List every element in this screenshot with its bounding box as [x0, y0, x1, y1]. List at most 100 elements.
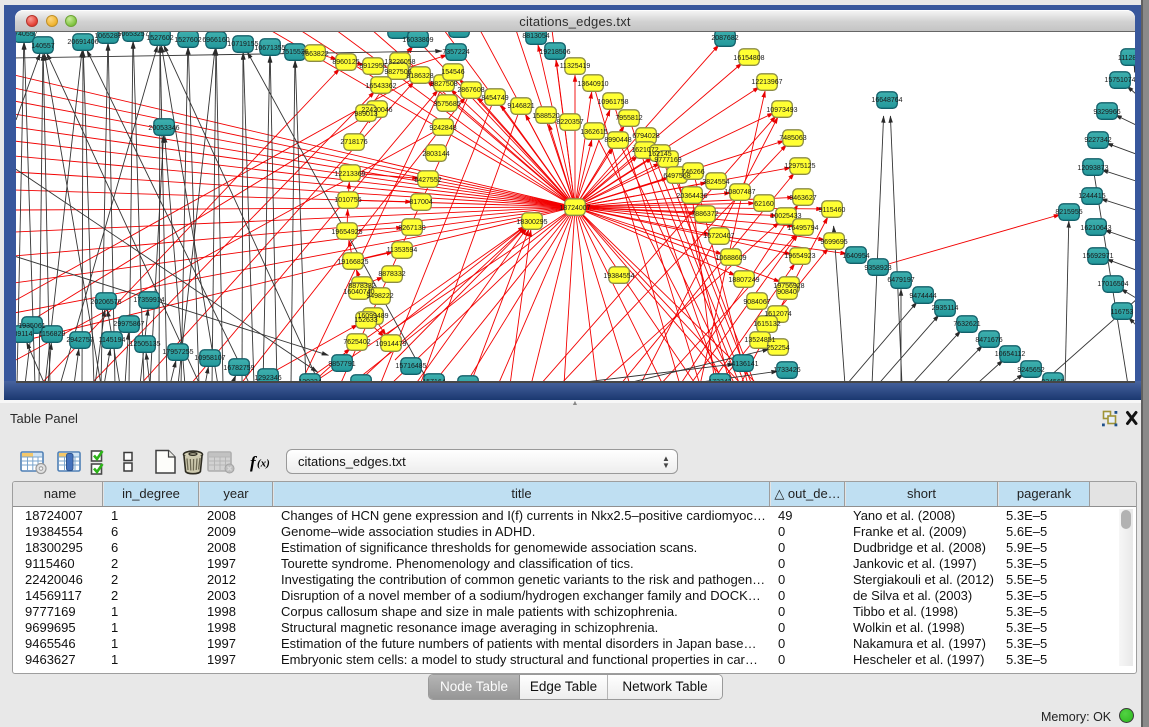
- svg-text:9777169: 9777169: [654, 157, 681, 164]
- svg-text:924565: 924565: [1041, 379, 1064, 383]
- svg-text:10961758: 10961758: [597, 99, 628, 106]
- svg-text:11325419: 11325419: [560, 63, 591, 70]
- svg-text:8220357: 8220357: [556, 119, 583, 126]
- svg-text:10654112: 10654112: [995, 351, 1026, 358]
- svg-text:9084067: 9084067: [743, 299, 770, 306]
- svg-text:15716485: 15716485: [395, 363, 426, 370]
- svg-text:17957255: 17957255: [162, 349, 193, 356]
- svg-text:2942757: 2942757: [66, 337, 93, 344]
- svg-text:20691406: 20691406: [67, 39, 98, 46]
- svg-text:3575685: 3575685: [433, 101, 460, 108]
- svg-text:9827508: 9827508: [430, 81, 457, 88]
- svg-text:1292346: 1292346: [254, 375, 281, 382]
- svg-text:1010755: 1010755: [334, 197, 361, 204]
- svg-text:1112841: 1112841: [1118, 55, 1135, 62]
- svg-text:6794028: 6794028: [632, 133, 659, 140]
- svg-text:39114: 39114: [16, 331, 33, 338]
- svg-text:1603388: 1603388: [384, 32, 411, 34]
- svg-text:8267130: 8267130: [398, 225, 425, 232]
- svg-text:8813054: 8813054: [522, 33, 549, 40]
- svg-text:985779: 985779: [349, 381, 372, 383]
- svg-text:1733426: 1733426: [773, 367, 800, 374]
- svg-text:13524851: 13524851: [744, 337, 775, 344]
- svg-text:(x): (x): [257, 458, 270, 470]
- svg-text:16033809: 16033809: [402, 37, 433, 44]
- svg-text:1935061: 1935061: [18, 323, 45, 330]
- svg-text:15716: 15716: [458, 381, 478, 383]
- svg-text:7886372: 7886372: [691, 211, 718, 218]
- svg-text:129234: 129234: [298, 379, 321, 383]
- svg-text:2718176: 2718176: [340, 139, 367, 146]
- svg-text:12093873: 12093873: [1077, 165, 1108, 172]
- svg-text:9699695: 9699695: [820, 239, 847, 246]
- svg-text:19654925: 19654925: [331, 229, 362, 236]
- svg-text:10025433: 10025433: [770, 213, 801, 220]
- svg-text:9115460: 9115460: [819, 207, 846, 214]
- svg-text:8186328: 8186328: [406, 73, 433, 80]
- svg-text:1615132: 1615132: [753, 321, 780, 328]
- svg-text:15751074: 15751074: [1104, 77, 1135, 84]
- svg-text:9245652: 9245652: [1017, 367, 1044, 374]
- svg-text:16648764: 16648764: [871, 97, 902, 104]
- svg-text:989013: 989013: [354, 111, 377, 118]
- svg-text:10973493: 10973493: [766, 107, 797, 114]
- svg-text:62160: 62160: [754, 201, 774, 208]
- svg-text:13640910: 13640910: [577, 81, 608, 88]
- svg-text:1527602: 1527602: [146, 35, 173, 42]
- svg-text:9329966: 9329966: [1093, 109, 1120, 116]
- svg-text:7663822: 7663822: [301, 51, 328, 58]
- svg-text:8990448: 8990448: [604, 137, 631, 144]
- svg-text:1527602: 1527602: [174, 37, 201, 44]
- svg-text:7485063: 7485063: [779, 135, 806, 142]
- svg-text:18807249: 18807249: [728, 277, 759, 284]
- svg-text:12975125: 12975125: [784, 163, 815, 170]
- svg-text:9358923: 9358923: [864, 265, 891, 272]
- svg-text:152633: 152633: [354, 317, 377, 324]
- svg-text:10653257: 10653257: [117, 32, 148, 38]
- svg-text:746266: 746266: [681, 169, 704, 176]
- svg-text:8215955: 8215955: [1055, 209, 1082, 216]
- svg-text:16154808: 16154808: [733, 55, 764, 62]
- svg-text:2803144: 2803144: [422, 151, 449, 158]
- svg-text:10688609: 10688609: [715, 255, 746, 262]
- svg-text:16782759: 16782759: [223, 365, 254, 372]
- svg-text:1740557: 1740557: [16, 32, 38, 38]
- svg-text:15720407: 15720407: [703, 233, 734, 240]
- svg-text:9474444: 9474444: [909, 293, 936, 300]
- svg-text:9857791: 9857791: [328, 361, 355, 368]
- svg-text:12505135: 12505135: [129, 341, 160, 348]
- svg-text:19384554: 19384554: [603, 273, 634, 280]
- svg-text:252254: 252254: [766, 345, 789, 352]
- svg-text:12213369: 12213369: [334, 171, 365, 178]
- svg-text:8960125: 8960125: [332, 59, 359, 66]
- svg-text:90840: 90840: [777, 289, 797, 296]
- svg-text:8471676: 8471676: [975, 337, 1002, 344]
- svg-text:1244415: 1244415: [1078, 193, 1105, 200]
- svg-text:9498222: 9498222: [366, 293, 393, 300]
- svg-text:160338: 160338: [447, 32, 470, 34]
- svg-text:6479197: 6479197: [887, 277, 914, 284]
- svg-text:1145194: 1145194: [99, 337, 126, 344]
- svg-text:8878332: 8878332: [378, 271, 405, 278]
- svg-text:9227342: 9227342: [1084, 137, 1111, 144]
- svg-text:20206576: 20206576: [90, 299, 121, 306]
- svg-text:10958107: 10958107: [194, 355, 225, 362]
- svg-text:12213967: 12213967: [751, 79, 782, 86]
- svg-text:3824554: 3824554: [702, 179, 729, 186]
- svg-text:17016504: 17016504: [1097, 281, 1128, 288]
- svg-text:157164: 157164: [422, 379, 445, 383]
- svg-text:7632621: 7632621: [953, 321, 980, 328]
- svg-text:20364436: 20364436: [676, 193, 707, 200]
- svg-text:19218506: 19218506: [539, 49, 570, 56]
- svg-text:1640954: 1640954: [842, 253, 869, 260]
- svg-text:8427552: 8427552: [414, 177, 441, 184]
- svg-text:8454749: 8454749: [481, 95, 508, 102]
- svg-text:13226058: 13226058: [384, 59, 415, 66]
- svg-text:11353594: 11353594: [387, 247, 418, 254]
- svg-text:10914479: 10914479: [375, 341, 406, 348]
- svg-text:16210643: 16210643: [1080, 225, 1111, 232]
- svg-text:29975867: 29975867: [113, 321, 144, 328]
- svg-text:6966160: 6966160: [202, 37, 229, 44]
- svg-text:16543362: 16543362: [365, 83, 396, 90]
- svg-text:7357224: 7357224: [442, 49, 469, 56]
